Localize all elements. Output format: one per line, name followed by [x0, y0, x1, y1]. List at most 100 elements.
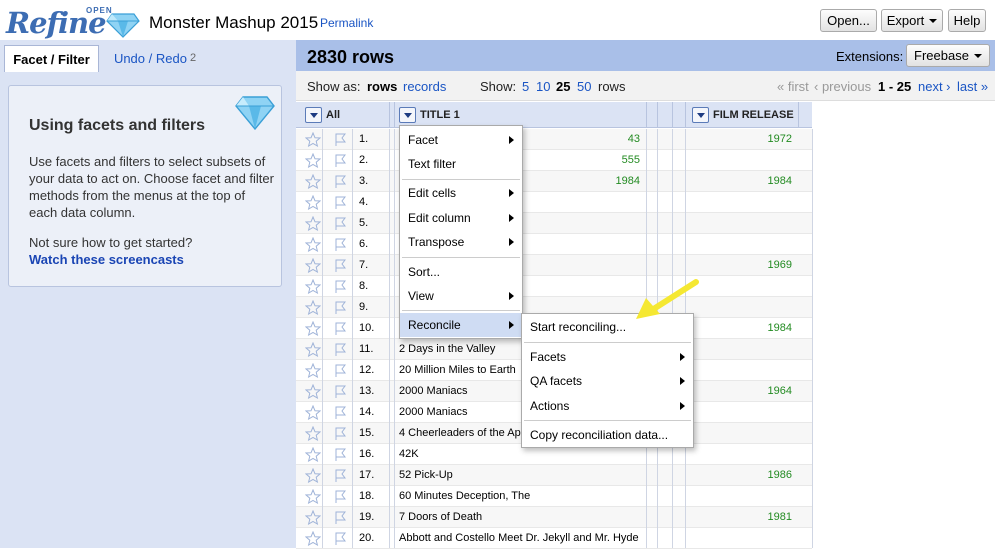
- first-page-link[interactable]: « first: [777, 79, 809, 94]
- flag-icon[interactable]: [333, 447, 347, 465]
- help-question: Not sure how to get started?: [29, 235, 193, 250]
- menu-item-qa-facets[interactable]: QA facets: [522, 369, 693, 393]
- film-release-cell[interactable]: 1984: [696, 175, 792, 187]
- flag-icon[interactable]: [333, 321, 347, 339]
- star-icon[interactable]: [304, 509, 322, 528]
- star-icon[interactable]: [304, 467, 322, 486]
- flag-icon[interactable]: [333, 195, 347, 213]
- film-release-cell[interactable]: 1981: [696, 511, 792, 523]
- star-icon[interactable]: [304, 236, 322, 255]
- project-name[interactable]: Monster Mashup 2015: [149, 13, 318, 33]
- menu-item-text-filter[interactable]: Text filter: [400, 152, 522, 176]
- flag-icon[interactable]: [333, 510, 347, 528]
- numeric-cell[interactable]: 555: [576, 154, 640, 166]
- film-release-cell[interactable]: 1972: [696, 133, 792, 145]
- star-icon[interactable]: [304, 215, 322, 234]
- flag-icon[interactable]: [333, 384, 347, 402]
- title-cell[interactable]: 20 Million Miles to Earth: [399, 364, 516, 376]
- flag-icon[interactable]: [333, 153, 347, 171]
- title-cell[interactable]: 52 Pick-Up: [399, 469, 453, 481]
- menu-item-facet[interactable]: Facet: [400, 128, 522, 152]
- menu-item-sort[interactable]: Sort...: [400, 260, 522, 284]
- submenu-arrow-icon: [680, 353, 685, 361]
- star-icon[interactable]: [304, 341, 322, 360]
- star-icon[interactable]: [304, 425, 322, 444]
- film-release-cell[interactable]: 1964: [696, 385, 792, 397]
- page-size-50[interactable]: 50: [577, 79, 591, 94]
- film-release-column-dropdown[interactable]: [692, 107, 709, 123]
- export-button[interactable]: Export: [881, 9, 943, 32]
- film-release-cell[interactable]: 1986: [696, 469, 792, 481]
- app-header: Refine OPEN Monster Mashup 2015 Permalin…: [0, 0, 995, 40]
- freebase-extension-button[interactable]: Freebase: [906, 44, 990, 67]
- flag-icon[interactable]: [333, 405, 347, 423]
- title-cell[interactable]: 7 Doors of Death: [399, 511, 482, 523]
- flag-icon[interactable]: [333, 363, 347, 381]
- next-page-link[interactable]: next ›: [918, 79, 951, 94]
- all-column-dropdown[interactable]: [305, 107, 322, 123]
- menu-item-edit-cells[interactable]: Edit cells: [400, 181, 522, 205]
- star-icon[interactable]: [304, 152, 322, 171]
- menu-item-copy-reconciliation-data[interactable]: Copy reconciliation data...: [522, 423, 693, 447]
- menu-item-transpose[interactable]: Transpose: [400, 230, 522, 254]
- flag-icon[interactable]: [333, 258, 347, 276]
- star-icon[interactable]: [304, 278, 322, 297]
- star-icon[interactable]: [304, 404, 322, 423]
- film-release-cell[interactable]: 1969: [696, 259, 792, 271]
- numeric-cell[interactable]: 43: [576, 133, 640, 145]
- title-cell[interactable]: 42K: [399, 448, 419, 460]
- star-icon[interactable]: [304, 446, 322, 465]
- star-icon[interactable]: [304, 194, 322, 213]
- flag-icon[interactable]: [333, 342, 347, 360]
- title-cell[interactable]: 2000 Maniacs: [399, 385, 468, 397]
- flag-icon[interactable]: [333, 237, 347, 255]
- page-size-25[interactable]: 25: [556, 79, 570, 94]
- flag-icon[interactable]: [333, 531, 347, 549]
- help-button[interactable]: Help: [948, 9, 986, 32]
- menu-item-facets[interactable]: Facets: [522, 345, 693, 369]
- title-cell[interactable]: 2000 Maniacs: [399, 406, 468, 418]
- star-icon[interactable]: [304, 131, 322, 150]
- flag-icon[interactable]: [333, 132, 347, 150]
- last-page-link[interactable]: last »: [957, 79, 988, 94]
- tab-undo-redo-label: Undo / Redo: [113, 50, 187, 66]
- star-icon[interactable]: [304, 530, 322, 549]
- show-as-rows[interactable]: rows: [367, 79, 397, 94]
- openrefine-logo[interactable]: Refine OPEN: [6, 4, 140, 40]
- flag-icon[interactable]: [333, 468, 347, 486]
- flag-icon[interactable]: [333, 174, 347, 192]
- menu-item-view[interactable]: View: [400, 284, 522, 308]
- menu-item-reconcile[interactable]: Reconcile: [400, 313, 522, 337]
- page-size-10[interactable]: 10: [536, 79, 550, 94]
- table-row: 1. 43 1972: [296, 129, 812, 150]
- flag-icon[interactable]: [333, 279, 347, 297]
- previous-page-link[interactable]: ‹ previous: [814, 79, 871, 94]
- tab-facet-filter[interactable]: Facet / Filter: [4, 45, 99, 72]
- screencasts-link[interactable]: Watch these screencasts: [29, 252, 184, 267]
- page-size-5[interactable]: 5: [522, 79, 529, 94]
- title-cell[interactable]: 60 Minutes Deception, The: [399, 490, 530, 502]
- tab-undo-redo[interactable]: Undo / Redo 2: [100, 45, 210, 71]
- menu-item-actions[interactable]: Actions: [522, 394, 693, 418]
- title-cell[interactable]: Abbott and Costello Meet Dr. Jekyll and …: [399, 532, 639, 544]
- flag-icon[interactable]: [333, 216, 347, 234]
- star-icon[interactable]: [304, 383, 322, 402]
- star-icon[interactable]: [304, 173, 322, 192]
- numeric-cell[interactable]: 1984: [576, 175, 640, 187]
- flag-icon[interactable]: [333, 426, 347, 444]
- star-icon[interactable]: [304, 488, 322, 507]
- star-icon[interactable]: [304, 257, 322, 276]
- open-button[interactable]: Open...: [820, 9, 877, 32]
- flag-icon[interactable]: [333, 489, 347, 507]
- title-cell[interactable]: 4 Cheerleaders of the Ap: [399, 427, 521, 439]
- star-icon[interactable]: [304, 362, 322, 381]
- permalink-link[interactable]: Permalink: [320, 16, 373, 30]
- show-as-records[interactable]: records: [403, 79, 446, 94]
- star-icon[interactable]: [304, 320, 322, 339]
- star-icon[interactable]: [304, 299, 322, 318]
- menu-item-edit-column[interactable]: Edit column: [400, 206, 522, 230]
- title-column-dropdown[interactable]: [399, 107, 416, 123]
- flag-icon[interactable]: [333, 300, 347, 318]
- title-cell[interactable]: 2 Days in the Valley: [399, 343, 495, 355]
- film-release-cell[interactable]: 1984: [696, 322, 792, 334]
